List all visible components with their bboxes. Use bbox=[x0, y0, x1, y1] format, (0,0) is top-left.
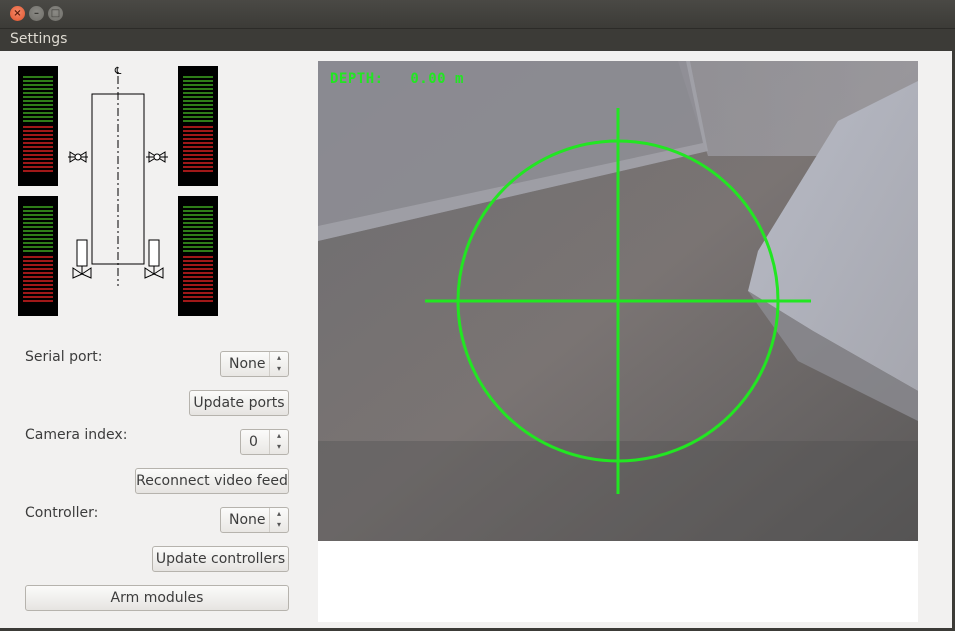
maximize-icon[interactable]: □ bbox=[48, 6, 63, 21]
controller-value: None bbox=[229, 512, 266, 528]
meter-reverse-bars bbox=[23, 126, 53, 172]
update-ports-button[interactable]: Update ports bbox=[189, 390, 289, 416]
depth-value: 0.00 m bbox=[410, 71, 464, 87]
meter-forward-bars bbox=[23, 76, 53, 122]
serial-port-value: None bbox=[229, 356, 266, 372]
camera-image bbox=[318, 61, 918, 541]
spin-arrows-icon[interactable]: ▴ ▾ bbox=[269, 352, 288, 376]
camera-index-spinner[interactable]: 0 ▴ ▾ bbox=[240, 429, 289, 455]
rear-thruster-right-icon bbox=[144, 239, 164, 279]
menu-settings[interactable]: Settings bbox=[10, 31, 67, 47]
meter-reverse-bars bbox=[183, 256, 213, 302]
thruster-meter-rear-right bbox=[178, 196, 218, 316]
camera-index-value: 0 bbox=[249, 434, 258, 450]
arm-modules-button[interactable]: Arm modules bbox=[25, 585, 289, 611]
reconnect-video-button[interactable]: Reconnect video feed bbox=[135, 468, 289, 494]
meter-forward-bars bbox=[23, 206, 53, 252]
depth-readout: DEPTH: 0.00 m bbox=[330, 71, 464, 87]
close-icon[interactable]: × bbox=[10, 6, 25, 21]
minimize-icon[interactable]: – bbox=[29, 6, 44, 21]
menu-bar: Settings bbox=[0, 29, 955, 51]
vehicle-diagram: ℄ bbox=[68, 66, 168, 286]
serial-port-select[interactable]: None ▴ ▾ bbox=[220, 351, 289, 377]
rear-thruster-left-icon bbox=[72, 239, 92, 279]
depth-label: DEPTH: bbox=[330, 71, 384, 87]
camera-index-label: Camera index: bbox=[25, 427, 128, 443]
thruster-meter-front-left bbox=[18, 66, 58, 186]
side-thruster-right-icon bbox=[146, 151, 168, 163]
meter-forward-bars bbox=[183, 76, 213, 122]
side-thruster-left-icon bbox=[68, 151, 88, 163]
controller-label: Controller: bbox=[25, 505, 99, 521]
thruster-meter-front-right bbox=[178, 66, 218, 186]
controller-select[interactable]: None ▴ ▾ bbox=[220, 507, 289, 533]
app-window: × – □ Settings ℄ Serial port: None ▴ ▾ U… bbox=[0, 0, 955, 631]
serial-port-label: Serial port: bbox=[25, 349, 103, 365]
thruster-meter-rear-left bbox=[18, 196, 58, 316]
meter-reverse-bars bbox=[183, 126, 213, 172]
meter-reverse-bars bbox=[23, 256, 53, 302]
meter-forward-bars bbox=[183, 206, 213, 252]
spin-arrows-icon[interactable]: ▴ ▾ bbox=[269, 508, 288, 532]
update-controllers-button[interactable]: Update controllers bbox=[152, 546, 289, 572]
centerline-symbol: ℄ bbox=[114, 66, 122, 77]
spin-arrows-icon[interactable]: ▴ ▾ bbox=[269, 430, 288, 454]
title-bar: × – □ bbox=[0, 0, 955, 29]
camera-feed bbox=[318, 61, 918, 541]
